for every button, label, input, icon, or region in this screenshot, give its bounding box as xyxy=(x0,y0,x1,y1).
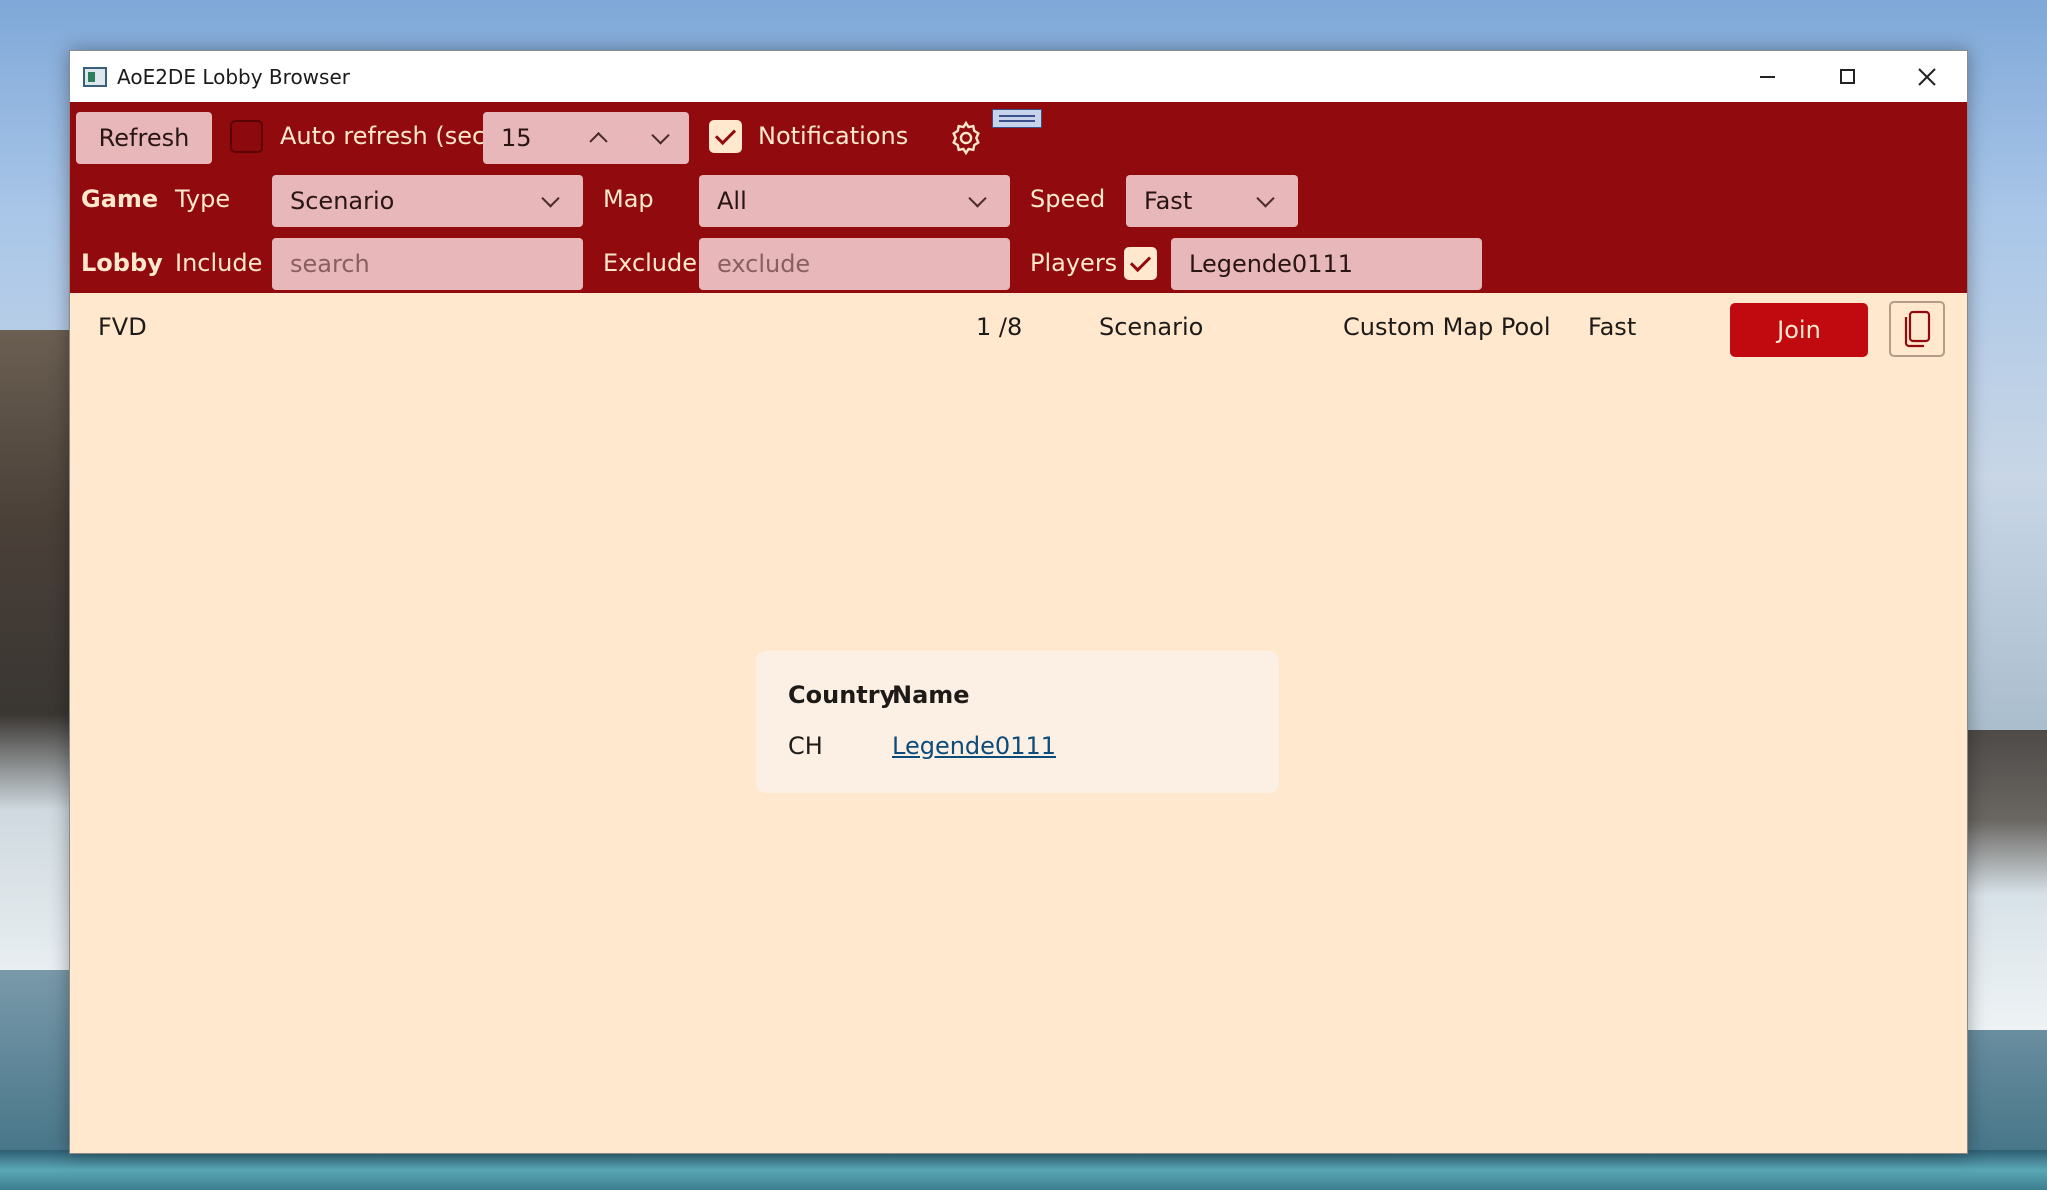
lobby-map: Custom Map Pool xyxy=(1343,313,1551,341)
players-label: Players xyxy=(1030,249,1118,277)
exclude-input[interactable]: exclude xyxy=(699,238,1010,290)
copy-icon xyxy=(1904,310,1931,348)
gear-icon xyxy=(952,120,980,156)
chevron-down-icon xyxy=(1256,189,1275,208)
join-button[interactable]: Join xyxy=(1730,303,1868,357)
desktop-cliff-right xyxy=(1967,730,2047,1030)
lobby-game-type: Scenario xyxy=(1099,313,1204,341)
type-dropdown[interactable]: Scenario xyxy=(272,175,583,227)
player-country: CH xyxy=(788,732,823,760)
auto-refresh-checkbox[interactable] xyxy=(230,120,263,153)
notifications-checkbox[interactable] xyxy=(709,120,742,153)
player-name-link[interactable]: Legende0111 xyxy=(892,732,1056,760)
game-section-label: Game xyxy=(81,185,159,213)
speed-label: Speed xyxy=(1030,185,1106,213)
include-placeholder: search xyxy=(290,250,370,278)
maximize-button[interactable] xyxy=(1807,51,1887,102)
close-icon xyxy=(1918,67,1936,86)
auto-refresh-interval-value: 15 xyxy=(501,124,532,152)
include-label: Include xyxy=(175,249,263,277)
lobby-player-count: 1 /8 xyxy=(976,313,1023,341)
chevron-down-icon xyxy=(541,189,560,208)
country-column-header: Country xyxy=(788,681,896,709)
type-label: Type xyxy=(175,185,231,213)
close-button[interactable] xyxy=(1887,51,1967,102)
copy-button[interactable] xyxy=(1889,301,1945,357)
lobby-speed: Fast xyxy=(1588,313,1637,341)
lobby-players-card: Country Name CH Legende0111 xyxy=(756,651,1279,793)
speed-dropdown[interactable]: Fast xyxy=(1126,175,1298,227)
lobby-section-label: Lobby xyxy=(81,249,163,277)
type-value: Scenario xyxy=(290,187,395,215)
exclude-placeholder: exclude xyxy=(717,250,811,278)
map-dropdown[interactable]: All xyxy=(699,175,1010,227)
lobby-filter-row: Lobby Include search Exclude exclude Pla… xyxy=(70,235,1967,291)
filter-toolbar: Refresh Auto refresh (sec) 15 Notificati… xyxy=(70,102,1967,293)
players-filter-input[interactable]: Legende0111 xyxy=(1171,238,1482,290)
auto-refresh-interval-stepper[interactable]: 15 xyxy=(483,112,689,164)
desktop-water xyxy=(0,1150,2047,1190)
desktop-cliff-left xyxy=(0,330,75,970)
window-controls xyxy=(1727,51,1967,102)
maximize-icon xyxy=(1839,69,1855,84)
chevron-down-icon xyxy=(968,189,987,208)
minimize-button[interactable] xyxy=(1727,51,1807,102)
name-column-header: Name xyxy=(892,681,970,709)
players-filter-checkbox[interactable] xyxy=(1124,247,1157,280)
lobby-list-item[interactable]: FVD 1 /8 Scenario Custom Map Pool Fast J… xyxy=(70,293,1967,365)
auto-refresh-label: Auto refresh (sec) xyxy=(280,122,495,150)
window-title: AoE2DE Lobby Browser xyxy=(117,64,350,89)
checkmark-icon xyxy=(714,123,737,146)
speed-value: Fast xyxy=(1144,187,1193,215)
notifications-label: Notifications xyxy=(758,122,909,150)
settings-button[interactable] xyxy=(932,110,1000,166)
drag-handle[interactable] xyxy=(992,109,1042,128)
lobby-name: FVD xyxy=(98,313,147,341)
game-filter-row: Game Type Scenario Map All Speed Fast xyxy=(70,171,1967,227)
toolbar-row-actions: Refresh Auto refresh (sec) 15 Notificati… xyxy=(70,108,1967,164)
app-window: AoE2DE Lobby Browser Refresh Auto refres… xyxy=(69,50,1968,1154)
exclude-label: Exclude xyxy=(603,249,698,277)
minimize-icon xyxy=(1759,75,1775,78)
players-filter-value: Legende0111 xyxy=(1189,250,1354,278)
map-label: Map xyxy=(603,185,654,213)
decrement-icon[interactable] xyxy=(651,126,670,145)
map-value: All xyxy=(717,187,747,215)
increment-icon[interactable] xyxy=(589,132,608,151)
checkmark-icon xyxy=(1129,250,1152,273)
refresh-button[interactable]: Refresh xyxy=(76,112,212,164)
app-icon xyxy=(83,66,107,87)
title-bar[interactable]: AoE2DE Lobby Browser xyxy=(70,51,1967,102)
include-search-input[interactable]: search xyxy=(272,238,583,290)
